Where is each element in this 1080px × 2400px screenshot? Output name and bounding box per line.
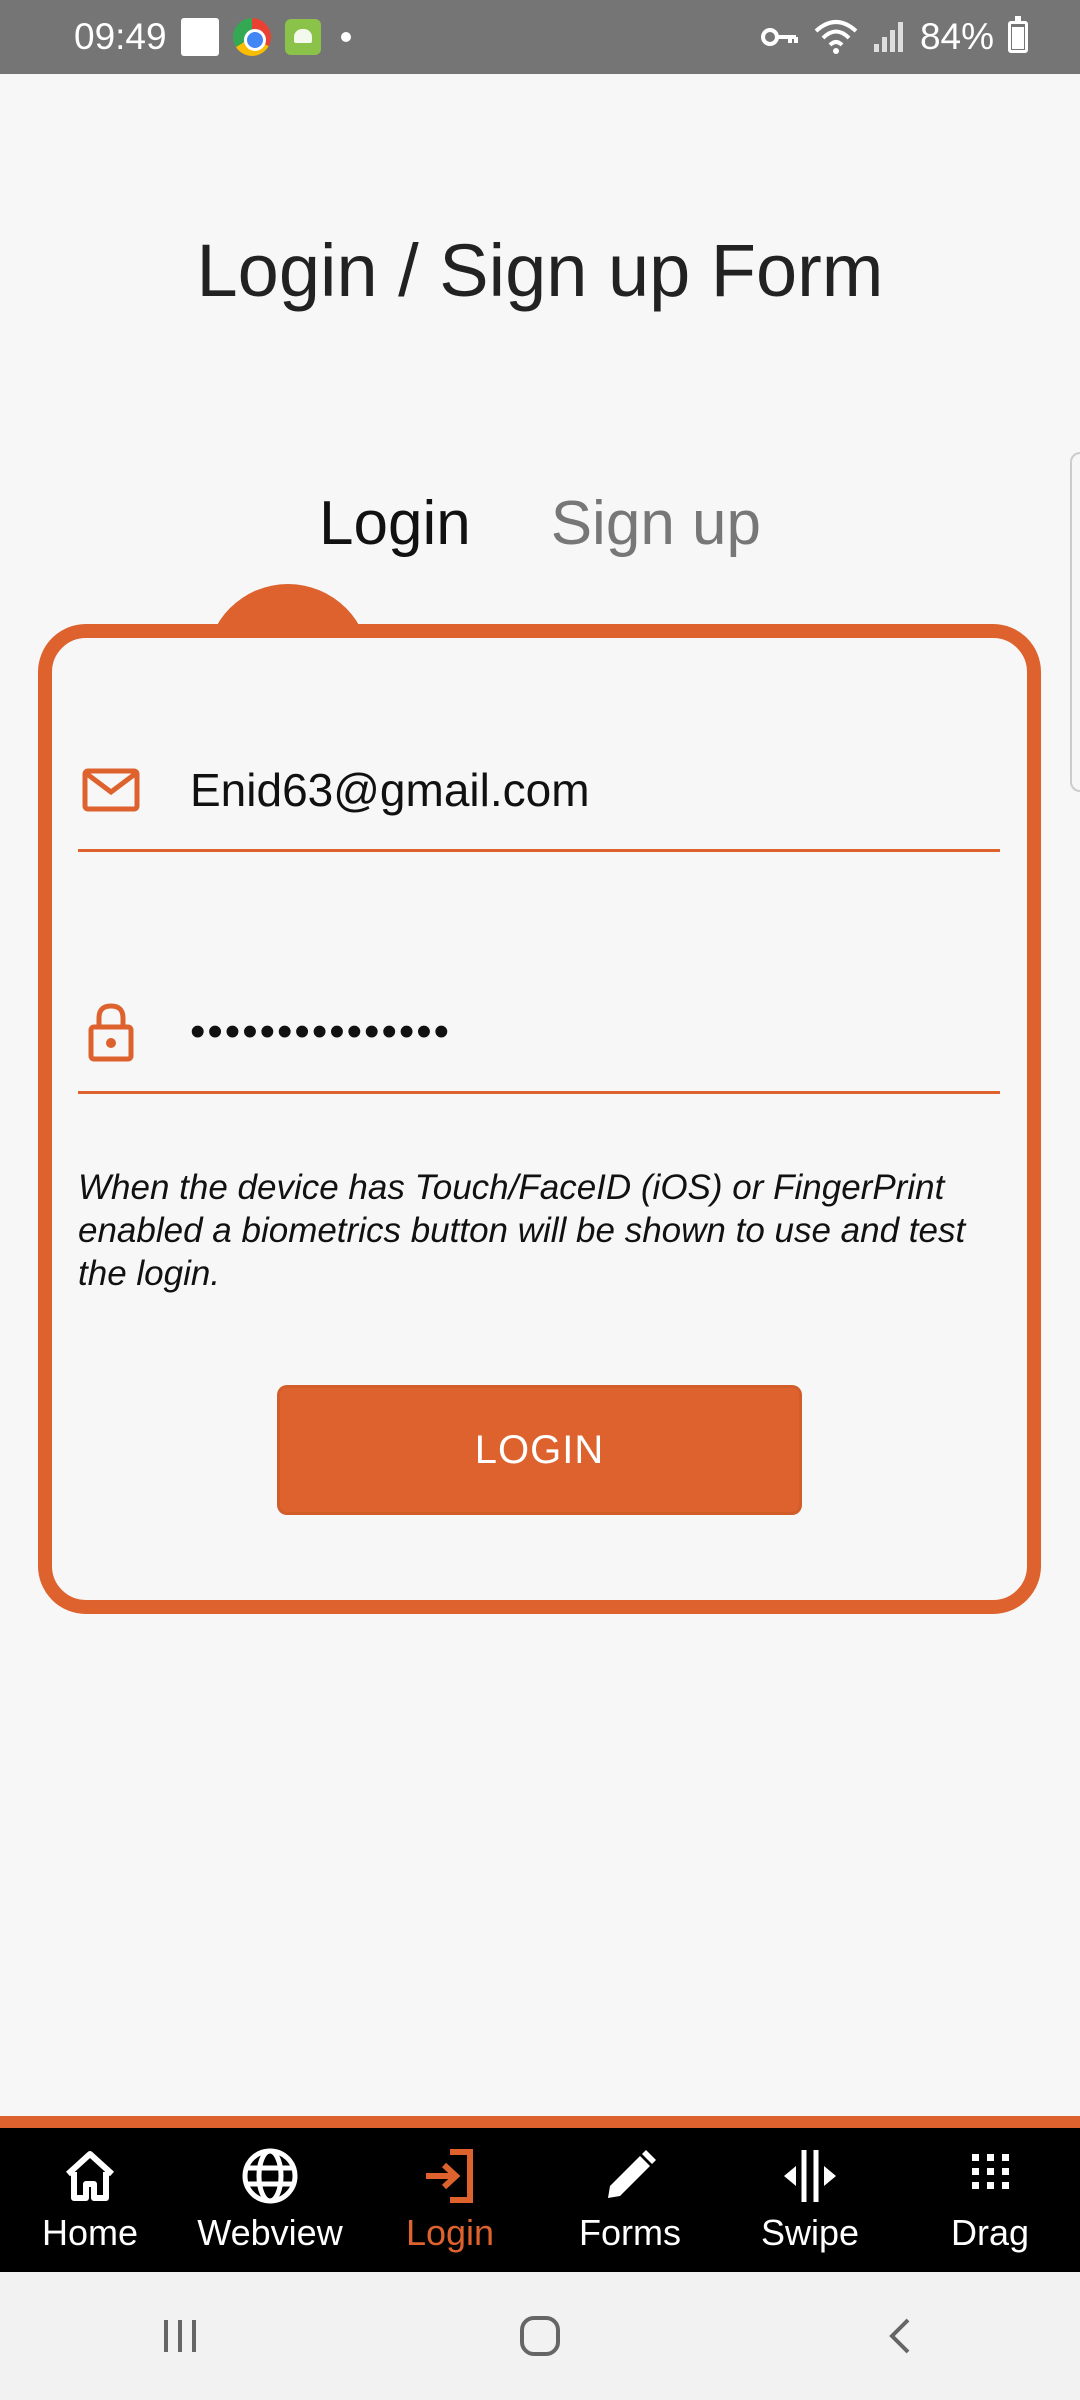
- tab-signup[interactable]: Sign up: [551, 488, 761, 559]
- nav-item-forms[interactable]: Forms: [540, 2128, 720, 2272]
- nav-label-drag: Drag: [950, 2212, 1030, 2253]
- status-left: 09:49: [74, 16, 351, 58]
- nav-label-webview: Webview: [197, 2212, 343, 2253]
- nav-label-login: Login: [405, 2212, 495, 2253]
- home-circle-icon: [520, 2316, 560, 2356]
- chrome-icon: [232, 18, 271, 56]
- password-input[interactable]: •••••••••••••••: [190, 1007, 970, 1057]
- pencil-icon: [608, 2150, 656, 2198]
- recent-apps-icon: [164, 2320, 196, 2352]
- tab-login[interactable]: Login: [319, 488, 471, 559]
- password-field-row: •••••••••••••••: [78, 972, 1000, 1094]
- nav-label-swipe: Swipe: [760, 2212, 860, 2253]
- globe-icon: [242, 2148, 298, 2204]
- swipe-icon: [784, 2150, 836, 2202]
- android-icon: [284, 19, 321, 55]
- nav-top-line: [0, 2116, 1080, 2128]
- nav-item-login[interactable]: Login: [360, 2128, 540, 2272]
- lock-icon: [80, 1001, 142, 1063]
- signal-icon: [873, 22, 903, 52]
- biometrics-info-text: When the device has Touch/FaceID (iOS) o…: [78, 1168, 966, 1293]
- scroll-indicator[interactable]: [1070, 452, 1080, 792]
- system-nav-bar: [0, 2272, 1080, 2400]
- home-button[interactable]: [500, 2296, 580, 2376]
- nav-label-home: Home: [41, 2212, 139, 2253]
- back-button[interactable]: [860, 2296, 940, 2376]
- nav-item-home[interactable]: Home: [0, 2128, 180, 2272]
- page-title: Login / Sign up Form: [196, 229, 884, 312]
- drag-icon: [972, 2154, 1009, 2189]
- battery-icon: [1008, 16, 1028, 53]
- bottom-nav: Home Webview Login Forms Swipe Drag: [0, 2128, 1080, 2272]
- status-time: 09:49: [74, 16, 167, 57]
- nav-label-forms: Forms: [579, 2212, 681, 2253]
- more-notifications-dot-icon: [340, 32, 351, 42]
- nav-item-webview[interactable]: Webview: [180, 2128, 360, 2272]
- battery-percent: 84%: [919, 16, 994, 57]
- email-icon: [80, 759, 142, 821]
- nav-item-swipe[interactable]: Swipe: [720, 2128, 900, 2272]
- home-icon: [65, 2151, 115, 2201]
- form-tabs: Login Sign up: [0, 488, 1080, 559]
- login-button[interactable]: LOGIN: [277, 1385, 802, 1515]
- nav-item-drag[interactable]: Drag: [900, 2128, 1080, 2272]
- login-icon: [426, 2149, 473, 2203]
- status-bar: 09:49 84%: [0, 0, 1080, 74]
- key-icon: [760, 28, 798, 46]
- email-input[interactable]: [190, 762, 970, 817]
- recent-apps-button[interactable]: [140, 2296, 220, 2376]
- wifi-icon: [814, 20, 858, 54]
- notification-square-icon: [180, 18, 219, 56]
- status-right: 84%: [760, 16, 1028, 58]
- back-chevron-icon: [889, 2318, 910, 2354]
- email-field-row: [78, 730, 1000, 852]
